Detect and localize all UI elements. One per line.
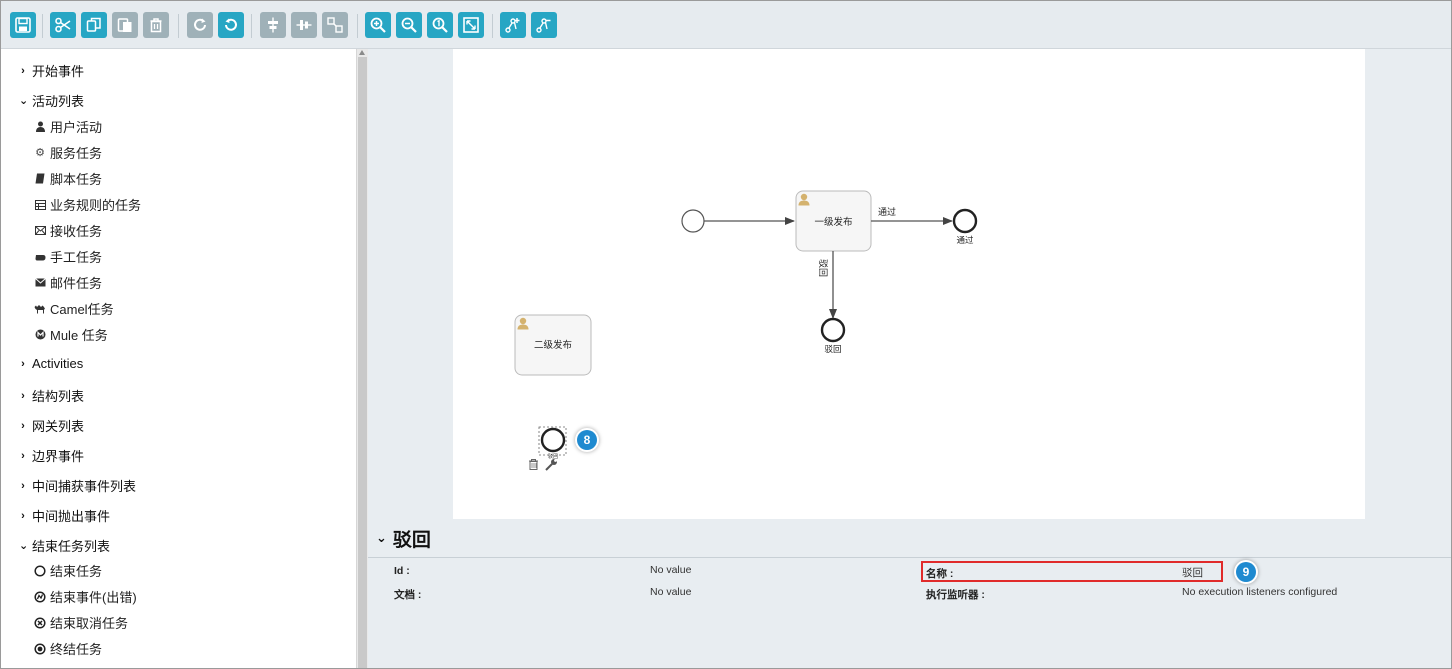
- id-label: Id :: [394, 565, 410, 577]
- task-label: 二级发布: [534, 339, 572, 351]
- execution-listeners-label: 执行监听器 :: [926, 589, 985, 601]
- step-badge-canvas: 8: [577, 430, 597, 450]
- selected-end-event[interactable]: 驳回: [538, 426, 567, 460]
- documentation-value[interactable]: No value: [650, 586, 691, 598]
- execution-listeners-value[interactable]: No execution listeners configured: [1182, 586, 1337, 598]
- task-label: 一级发布: [814, 216, 852, 228]
- chevron-down-icon: ⌄: [376, 530, 387, 545]
- app-frame: › 开始事件 ⌄ 活动列表 用户活动 ⚙ 服务任务 脚本任务 业务规则的任务 接…: [0, 0, 1452, 669]
- properties-panel: ⌄ 驳回 Id : No value 文档 : No value 名称 : 驳回…: [368, 519, 1451, 668]
- name-field-highlight: [921, 561, 1223, 582]
- step-badge-properties: 9: [1236, 562, 1256, 582]
- properties-title: 驳回: [392, 529, 431, 551]
- end-event-reject[interactable]: [820, 317, 846, 343]
- name-value[interactable]: 驳回: [1182, 565, 1203, 580]
- flow-label-pass: 通过: [878, 206, 896, 217]
- documentation-label: 文档 :: [394, 589, 422, 601]
- user-task-level1[interactable]: 一级发布: [795, 190, 872, 252]
- flow-label-reject: 驳回: [818, 259, 828, 277]
- id-value[interactable]: No value: [650, 564, 691, 576]
- end-label-reject: 驳回: [824, 344, 841, 354]
- properties-header[interactable]: ⌄ 驳回: [368, 519, 1451, 558]
- name-label: 名称 :: [926, 568, 954, 580]
- end-label-pass: 通过: [956, 235, 974, 245]
- start-event[interactable]: [681, 209, 705, 233]
- wrench-icon[interactable]: [545, 459, 557, 471]
- trash-icon[interactable]: [529, 459, 538, 470]
- end-event-pass[interactable]: [952, 208, 978, 234]
- selected-end-label: 驳回: [548, 453, 558, 460]
- user-task-level2[interactable]: 二级发布: [514, 314, 592, 376]
